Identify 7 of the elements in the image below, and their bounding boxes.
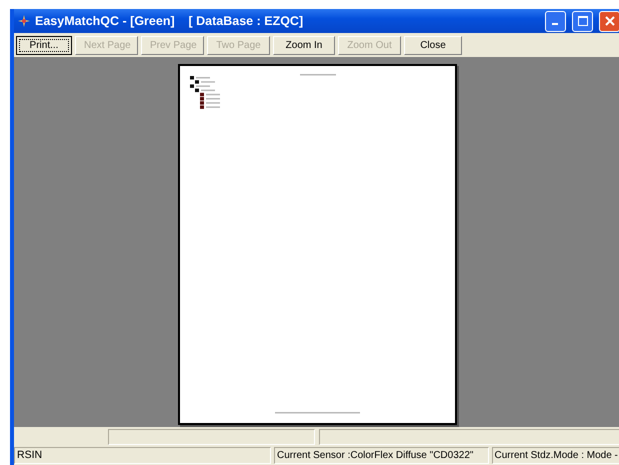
status-text: RSIN	[14, 447, 271, 464]
toolbar-button[interactable]: Close	[404, 36, 462, 54]
window-title: EasyMatchQC - [Green] [ DataBase : EZQC]	[35, 14, 304, 28]
toolbar-button[interactable]: Print...	[16, 36, 72, 54]
status-text: Current Sensor :ColorFlex Diffuse "CD0322"	[274, 447, 488, 464]
toolbar-button[interactable]: Zoom In	[273, 36, 335, 54]
status-text: Current Stdz.Mode : Mode -	[492, 447, 619, 464]
